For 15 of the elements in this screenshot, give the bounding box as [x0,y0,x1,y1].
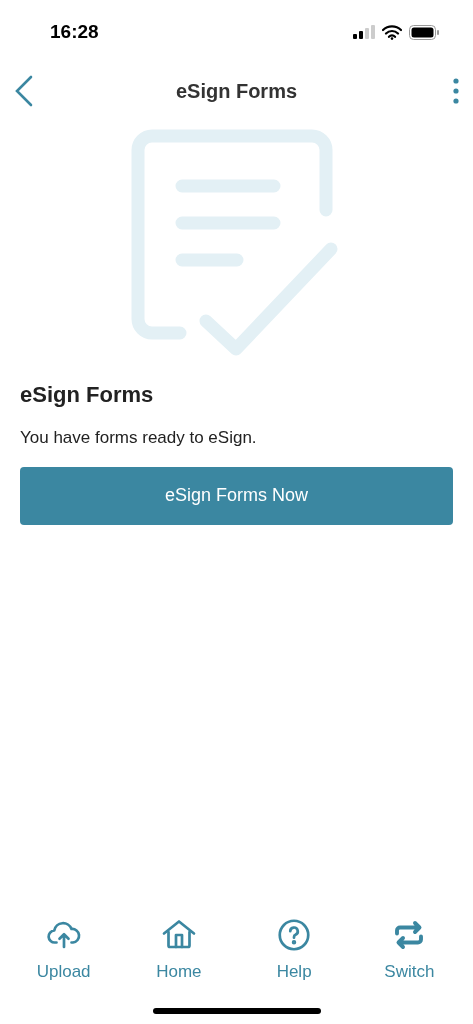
section-heading: eSign Forms [20,381,155,409]
battery-icon [409,24,439,40]
tab-item[interactable]: Help [244,916,345,984]
esign-now-button[interactable]: eSign Forms Now [20,466,453,525]
signal-icon [353,25,375,39]
tab-item[interactable]: Home [128,916,229,984]
message-text: You have forms ready to eSign. [20,427,258,449]
status-time: 16:28 [50,19,99,44]
tab-item[interactable]: Switch [359,916,460,984]
page-title: eSign Forms [175,79,298,104]
chevron-left-icon [14,75,34,107]
more-vertical-icon [453,77,459,105]
wifi-icon [382,24,402,40]
tab-item[interactable]: Upload [13,916,114,984]
help-icon [276,916,313,953]
